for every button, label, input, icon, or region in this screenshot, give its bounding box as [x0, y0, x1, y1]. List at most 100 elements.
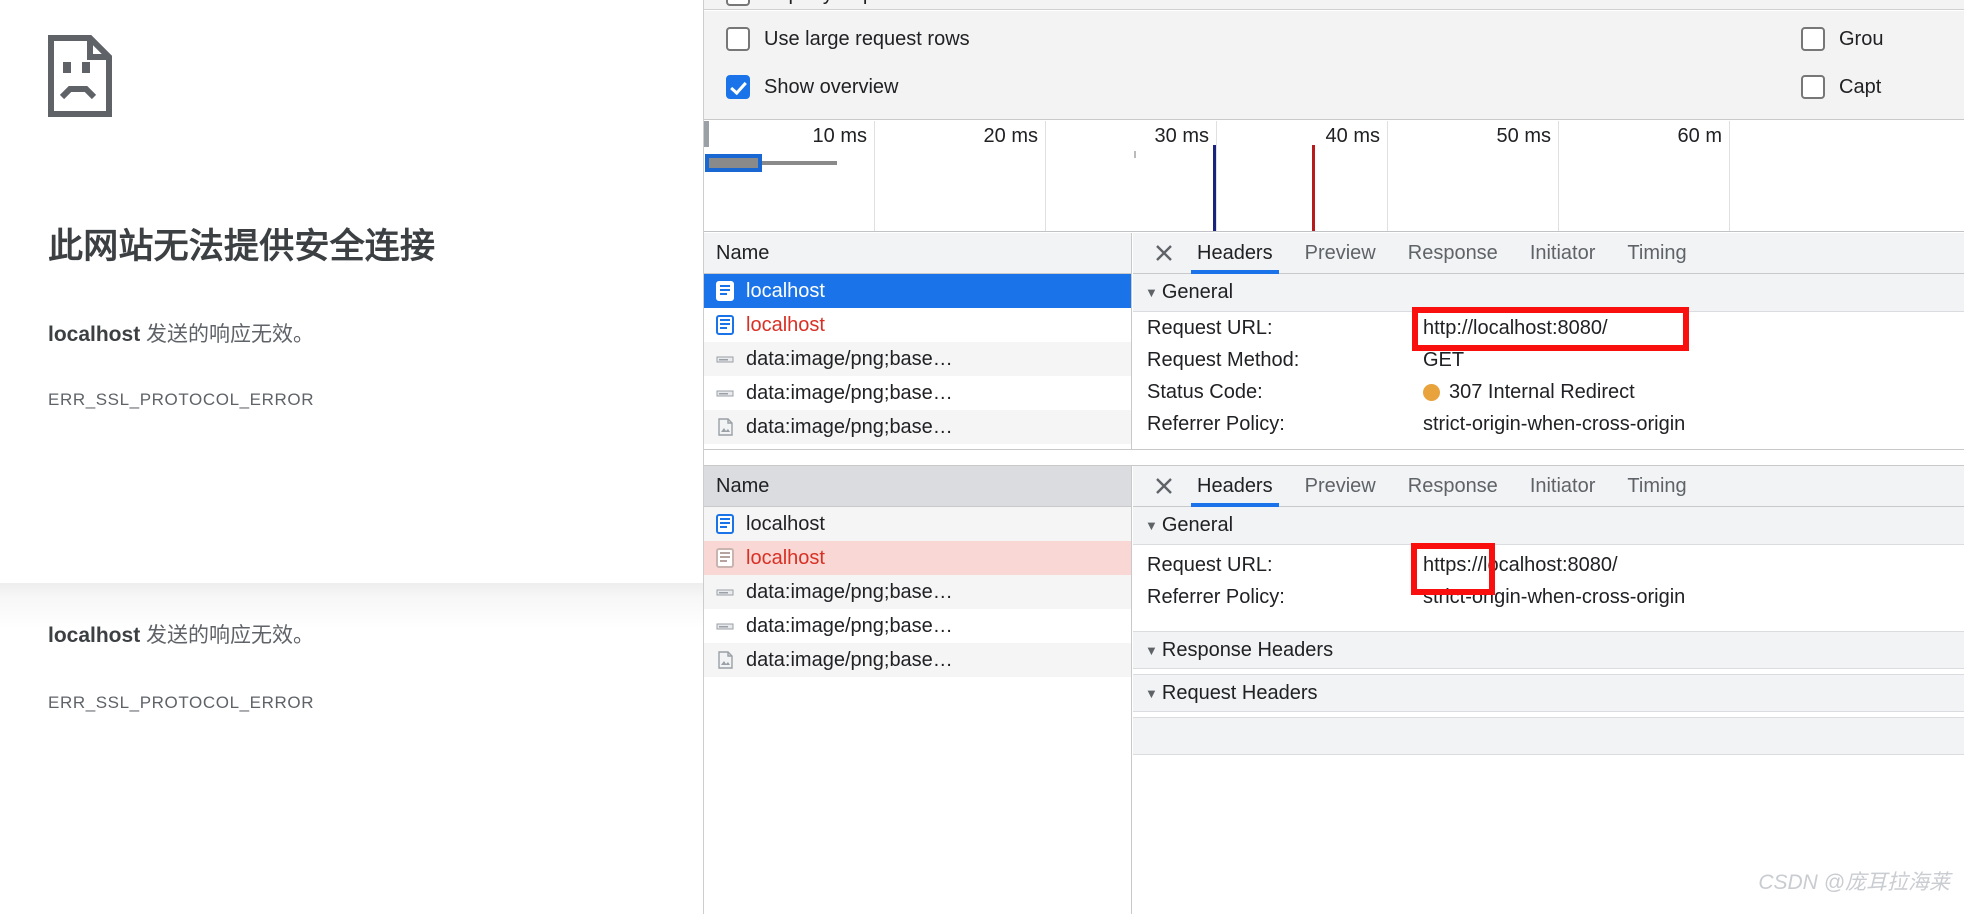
overview-tick-label: 10 ms: [812, 125, 867, 147]
image-placeholder-icon: [714, 382, 736, 404]
overview-scroll-indicator: [704, 121, 709, 147]
request-name: localhost: [746, 313, 825, 336]
request-list-top[interactable]: Name localhost localhost data:image/png;…: [704, 233, 1132, 449]
request-name: localhost: [746, 279, 825, 302]
overview-selection-box[interactable]: [705, 154, 762, 172]
table-row[interactable]: data:image/png;base…: [704, 376, 1131, 410]
tab-label: Preview: [1304, 474, 1376, 497]
third-party-requests-checkbox-row[interactable]: rd-party requests: [726, 0, 915, 6]
tab-label: Response: [1407, 474, 1498, 497]
table-row[interactable]: data:image/png;base…: [704, 575, 1131, 609]
header-row: Referrer Policy: strict-origin-when-cros…: [1133, 408, 1964, 440]
tab-label: Timing: [1627, 474, 1687, 497]
section-header-general[interactable]: ▼ General: [1133, 274, 1964, 312]
section-title: Request Headers: [1161, 681, 1318, 704]
group-by-frame-checkbox[interactable]: [1801, 27, 1825, 51]
section-header-request-headers[interactable]: ▼ Request Headers: [1133, 674, 1964, 712]
image-file-icon: [714, 649, 736, 671]
table-row[interactable]: localhost: [704, 308, 1131, 342]
request-list-header-bottom[interactable]: Name: [704, 466, 1131, 507]
tab-initiator[interactable]: Initiator: [1514, 233, 1612, 274]
third-party-requests-label: rd-party requests: [764, 0, 915, 6]
close-icon[interactable]: [1147, 469, 1181, 503]
overview-tick-label: 30 ms: [1154, 125, 1209, 147]
error-page-upper-view: 此网站无法提供安全连接 localhost 发送的响应无效。 ERR_SSL_P…: [0, 0, 703, 583]
overview-gridline: [874, 121, 875, 231]
third-party-requests-checkbox[interactable]: [726, 0, 750, 6]
capture-screenshots-row[interactable]: Capt: [1801, 75, 1881, 99]
show-overview-label: Show overview: [764, 75, 899, 98]
tab-label: Timing: [1627, 241, 1687, 264]
image-placeholder-icon: [714, 581, 736, 603]
capture-screenshots-checkbox[interactable]: [1801, 75, 1825, 99]
tab-initiator[interactable]: Initiator: [1514, 466, 1612, 507]
header-row: Request URL: http://localhost:8080/: [1133, 312, 1964, 344]
settings-row-clipped: rd-party requests: [704, 0, 1964, 10]
request-name: localhost: [746, 546, 825, 569]
show-overview-checkbox[interactable]: [726, 75, 750, 99]
details-tabbar-top: Headers Preview Response Initiator Timin…: [1133, 233, 1964, 274]
table-row[interactable]: data:image/png;base…: [704, 342, 1131, 376]
caret-down-icon: ▼: [1145, 285, 1158, 300]
image-file-icon: [714, 416, 736, 438]
table-row[interactable]: data:image/png;base…: [704, 609, 1131, 643]
section-header-extra[interactable]: [1133, 717, 1964, 755]
tab-preview[interactable]: Preview: [1289, 233, 1392, 274]
tab-timing[interactable]: Timing: [1611, 466, 1702, 507]
header-value: strict-origin-when-cross-origin: [1423, 412, 1686, 435]
tab-label: Initiator: [1529, 241, 1596, 264]
header-value: http://localhost:8080/: [1423, 316, 1608, 339]
tab-response[interactable]: Response: [1392, 466, 1514, 507]
network-panel-bottom: Name localhost localhost data:image/png;…: [704, 466, 1964, 914]
header-row: Request Method: GET: [1133, 344, 1964, 376]
use-large-request-rows-checkbox[interactable]: [726, 27, 750, 51]
header-key: Request Method:: [1147, 348, 1300, 371]
general-key-values-bottom: Request URL: https://localhost:8080/ Ref…: [1133, 543, 1964, 613]
column-header-name: Name: [716, 474, 770, 497]
close-icon[interactable]: [1147, 236, 1181, 270]
section-header-general[interactable]: ▼ General: [1133, 507, 1964, 545]
caret-down-icon: ▼: [1145, 685, 1158, 701]
column-header-name: Name: [716, 241, 770, 264]
tab-response[interactable]: Response: [1392, 233, 1514, 274]
error-code-2: ERR_SSL_PROTOCOL_ERROR: [48, 693, 315, 712]
use-large-request-rows-row[interactable]: Use large request rows: [726, 27, 970, 51]
network-overview-timeline[interactable]: 10 ms 20 ms 30 ms 40 ms 50 ms 60 m: [704, 121, 1964, 232]
request-list-bottom[interactable]: Name localhost localhost data:image/png;…: [704, 466, 1132, 914]
tab-headers[interactable]: Headers: [1181, 466, 1289, 507]
table-row[interactable]: localhost: [704, 274, 1131, 308]
request-list-header-top[interactable]: Name: [704, 233, 1131, 274]
tab-label: Initiator: [1529, 474, 1596, 497]
section-title: General: [1161, 281, 1234, 303]
header-value: strict-origin-when-cross-origin: [1423, 585, 1686, 608]
table-row[interactable]: localhost: [704, 541, 1131, 575]
overview-gridline: [1558, 121, 1559, 231]
settings-clip: Use large request rows Show overview Gro…: [704, 11, 1964, 120]
show-overview-row[interactable]: Show overview: [726, 75, 899, 99]
overview-dcl-marker: [1213, 145, 1216, 231]
tab-label: Headers: [1197, 474, 1273, 497]
overview-tick-label: 50 ms: [1496, 125, 1551, 147]
status-badge: 307 Internal Redirect: [1423, 381, 1635, 404]
header-row: Request URL: https://localhost:8080/: [1133, 549, 1964, 581]
overview-marker-dot: [1134, 151, 1136, 158]
tab-headers[interactable]: Headers: [1181, 233, 1289, 274]
request-name: data:image/png;base…: [746, 648, 953, 671]
panel-splitter[interactable]: [704, 449, 1964, 466]
status-code-text: 307 Internal Redirect: [1449, 380, 1635, 403]
table-row[interactable]: data:image/png;base…: [704, 643, 1131, 677]
request-name: data:image/png;base…: [746, 580, 953, 603]
overview-tick-label: 40 ms: [1325, 125, 1380, 147]
header-key: Request URL:: [1147, 553, 1273, 576]
tab-timing[interactable]: Timing: [1611, 233, 1702, 274]
error-message-rest: 发送的响应无效。: [140, 323, 315, 346]
header-value: https://localhost:8080/: [1423, 553, 1618, 576]
section-title: Response Headers: [1161, 638, 1334, 661]
tab-preview[interactable]: Preview: [1289, 466, 1392, 507]
table-row[interactable]: data:image/png;base…: [704, 410, 1131, 444]
table-row[interactable]: localhost: [704, 507, 1131, 541]
group-by-frame-row[interactable]: Grou: [1801, 27, 1883, 51]
general-key-values-top: Request URL: http://localhost:8080/ Requ…: [1133, 307, 1964, 440]
network-panel-top: Name localhost localhost data:image/png;…: [704, 233, 1964, 449]
section-header-response-headers[interactable]: ▼ Response Headers: [1133, 631, 1964, 669]
